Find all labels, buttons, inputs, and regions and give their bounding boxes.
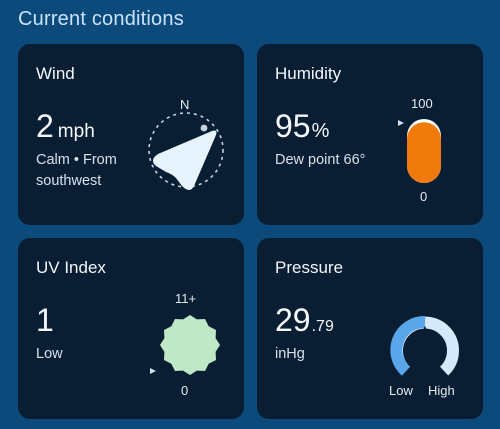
uv-index-card[interactable]: UV Index 1 Low 11+ 0: [18, 238, 244, 419]
humidity-unit: %: [311, 120, 330, 142]
humidity-gauge: [398, 119, 441, 183]
wind-speed-value: 2: [36, 108, 54, 144]
uv-level-marker-icon: [150, 368, 156, 374]
pressure-card[interactable]: Pressure 29.79 inHg Low High: [257, 238, 483, 419]
current-conditions-panel: Current conditions Wind 2 mph Calm • From…: [0, 0, 500, 429]
uv-gauge: [150, 315, 220, 375]
wind-card[interactable]: Wind 2 mph Calm • From southwest N: [18, 44, 244, 225]
humidity-value: 95: [275, 108, 311, 144]
pressure-value-fraction: .79: [311, 318, 334, 335]
pressure-title: Pressure: [275, 258, 344, 277]
pressure-reading: 29.79: [275, 304, 334, 336]
humidity-reading: 95%: [275, 110, 329, 142]
pressure-scale-low: Low: [389, 383, 413, 398]
wind-description: Calm • From southwest: [36, 150, 117, 192]
wind-compass: [148, 112, 224, 190]
uv-description: Low: [36, 346, 63, 362]
humidity-title: Humidity: [275, 64, 342, 83]
pressure-value-whole: 29: [275, 302, 311, 338]
wind-description-line2: southwest: [36, 173, 102, 189]
uv-title: UV Index: [36, 258, 106, 277]
humidity-scale-min: 0: [420, 189, 428, 204]
pressure-arc-fill: [390, 316, 426, 376]
uv-scale-max: 11+: [175, 291, 197, 306]
pressure-unit: inHg: [275, 346, 305, 362]
wind-speed-unit: mph: [57, 121, 95, 142]
uv-scale-min: 0: [181, 383, 189, 398]
humidity-level-marker-icon: [398, 120, 404, 126]
section-title: Current conditions: [18, 8, 184, 30]
humidity-scale-max: 100: [411, 96, 433, 111]
humidity-fill: [407, 122, 441, 183]
uv-value: 1: [36, 302, 54, 338]
dew-point: Dew point 66°: [275, 152, 366, 168]
pressure-gauge: [390, 316, 459, 376]
uv-gauge-badge: [160, 315, 220, 375]
humidity-card[interactable]: Humidity 95% Dew point 66° 100 0: [257, 44, 483, 225]
wind-speed: 2 mph: [36, 110, 95, 142]
pressure-scale-high: High: [428, 383, 455, 398]
compass-marker: [200, 124, 208, 132]
wind-title: Wind: [36, 64, 75, 83]
wind-description-line1: Calm • From: [36, 152, 117, 168]
